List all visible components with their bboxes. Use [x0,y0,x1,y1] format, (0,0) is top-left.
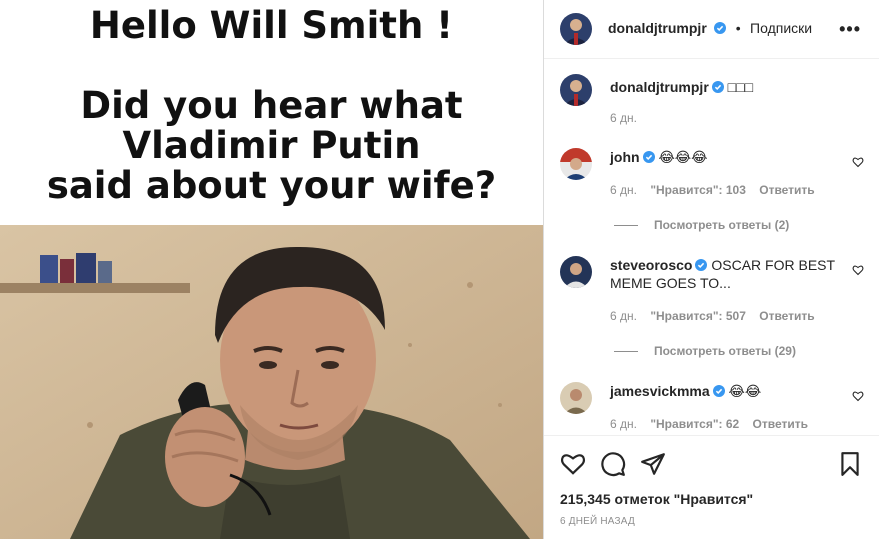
meme-caption-area: Hello Will Smith ! Did you hear what Vla… [0,0,543,225]
verified-badge-icon [711,81,724,93]
more-options-icon[interactable]: ••• [839,19,861,40]
comment-icon[interactable] [600,451,626,477]
heart-icon[interactable] [560,451,586,477]
comment-time[interactable]: 6 дн. [610,183,637,197]
commenter-avatar[interactable] [560,256,592,288]
comment-meta: 6 дн. "Нравится": 103 Ответить [610,183,825,197]
header-user-line: donaldjtrumpjr • Подписки [608,20,812,38]
post-header: donaldjtrumpjr • Подписки ••• [544,0,879,59]
view-replies-button[interactable]: Посмотреть ответы (29) [614,344,796,358]
author-username[interactable]: donaldjtrumpjr [608,20,707,36]
view-replies-button[interactable]: Посмотреть ответы (2) [614,218,789,232]
comment-likes[interactable]: "Нравится": 62 [650,417,739,431]
comment-row: jamesvickmma 😂😂 6 дн. "Нравится": 62 Отв… [544,382,879,435]
comment-like-heart-icon[interactable] [852,264,864,276]
bookmark-icon[interactable] [837,451,863,477]
comment-text-line: jamesvickmma 😂😂 [610,382,840,400]
comment-username[interactable]: jamesvickmma [610,383,710,399]
comment-text: 😂😂 [728,383,762,399]
comments-list[interactable]: donaldjtrumpjr □□□ 6 дн. john 😂😂😂 6 дн. … [544,60,879,435]
post-date[interactable]: 6 ДНЕЙ НАЗАД [560,516,635,527]
verified-badge-icon [642,151,655,163]
caption-row: donaldjtrumpjr □□□ 6 дн. [544,74,879,134]
comment-row: steveorosco OSCAR FOR BEST MEME GOES TO.… [544,256,879,366]
commenter-avatar[interactable] [560,382,592,414]
reply-button[interactable]: Ответить [759,309,814,323]
verified-badge-icon [695,259,708,271]
view-replies-label: Посмотреть ответы (2) [654,218,790,232]
comment-time[interactable]: 6 дн. [610,417,637,431]
comment-time[interactable]: 6 дн. [610,309,637,323]
verified-badge-icon [714,22,727,34]
reply-button[interactable]: Ответить [753,417,808,431]
comment-text: 😂😂😂 [658,149,708,165]
meme-line-2b: Vladimir Putin [122,124,421,167]
comment-meta: 6 дн. "Нравится": 62 Ответить [610,417,818,431]
meme-line-2c: said about your wife? [46,164,497,207]
comment-text-line: john 😂😂😂 [610,148,840,166]
reply-button[interactable]: Ответить [759,183,814,197]
post-media[interactable]: Hello Will Smith ! Did you hear what Vla… [0,0,543,539]
caption-meta: 6 дн. [610,111,647,125]
caption-avatar[interactable] [560,74,592,106]
meme-line-2a: Did you hear what [80,84,463,127]
meme-line-1: Hello Will Smith ! [89,4,454,47]
share-icon[interactable] [640,451,666,477]
view-replies-label: Посмотреть ответы (29) [654,344,796,358]
replies-divider-line [614,351,638,353]
following-button[interactable]: Подписки [750,20,812,36]
comment-meta: 6 дн. "Нравится": 507 Ответить [610,309,825,323]
comment-row: john 😂😂😂 6 дн. "Нравится": 103 Ответить … [544,148,879,238]
man-on-phone-photo [0,225,543,539]
author-avatar[interactable] [560,13,592,45]
replies-divider-line [614,225,638,227]
commenter-avatar[interactable] [560,148,592,180]
caption-text: □□□ [727,79,754,95]
comment-likes[interactable]: "Нравится": 103 [650,183,746,197]
meme-line-2: Did you hear what Vladimir Putin said ab… [0,86,543,206]
caption-text-line: donaldjtrumpjr □□□ [610,78,840,96]
comment-username[interactable]: john [610,149,640,165]
comment-like-heart-icon[interactable] [852,156,864,168]
caption-username[interactable]: donaldjtrumpjr [610,79,709,95]
separator-dot: • [735,20,741,36]
comment-likes[interactable]: "Нравится": 507 [650,309,746,323]
likes-count[interactable]: 215,345 отметок "Нравится" [560,491,753,507]
caption-time[interactable]: 6 дн. [610,111,637,125]
comment-like-heart-icon[interactable] [852,390,864,402]
comment-text-line: steveorosco OSCAR FOR BEST MEME GOES TO.… [610,256,840,292]
comment-username[interactable]: steveorosco [610,257,692,273]
post-side-panel: donaldjtrumpjr • Подписки ••• donaldjtru… [543,0,879,539]
verified-badge-icon [712,385,725,397]
